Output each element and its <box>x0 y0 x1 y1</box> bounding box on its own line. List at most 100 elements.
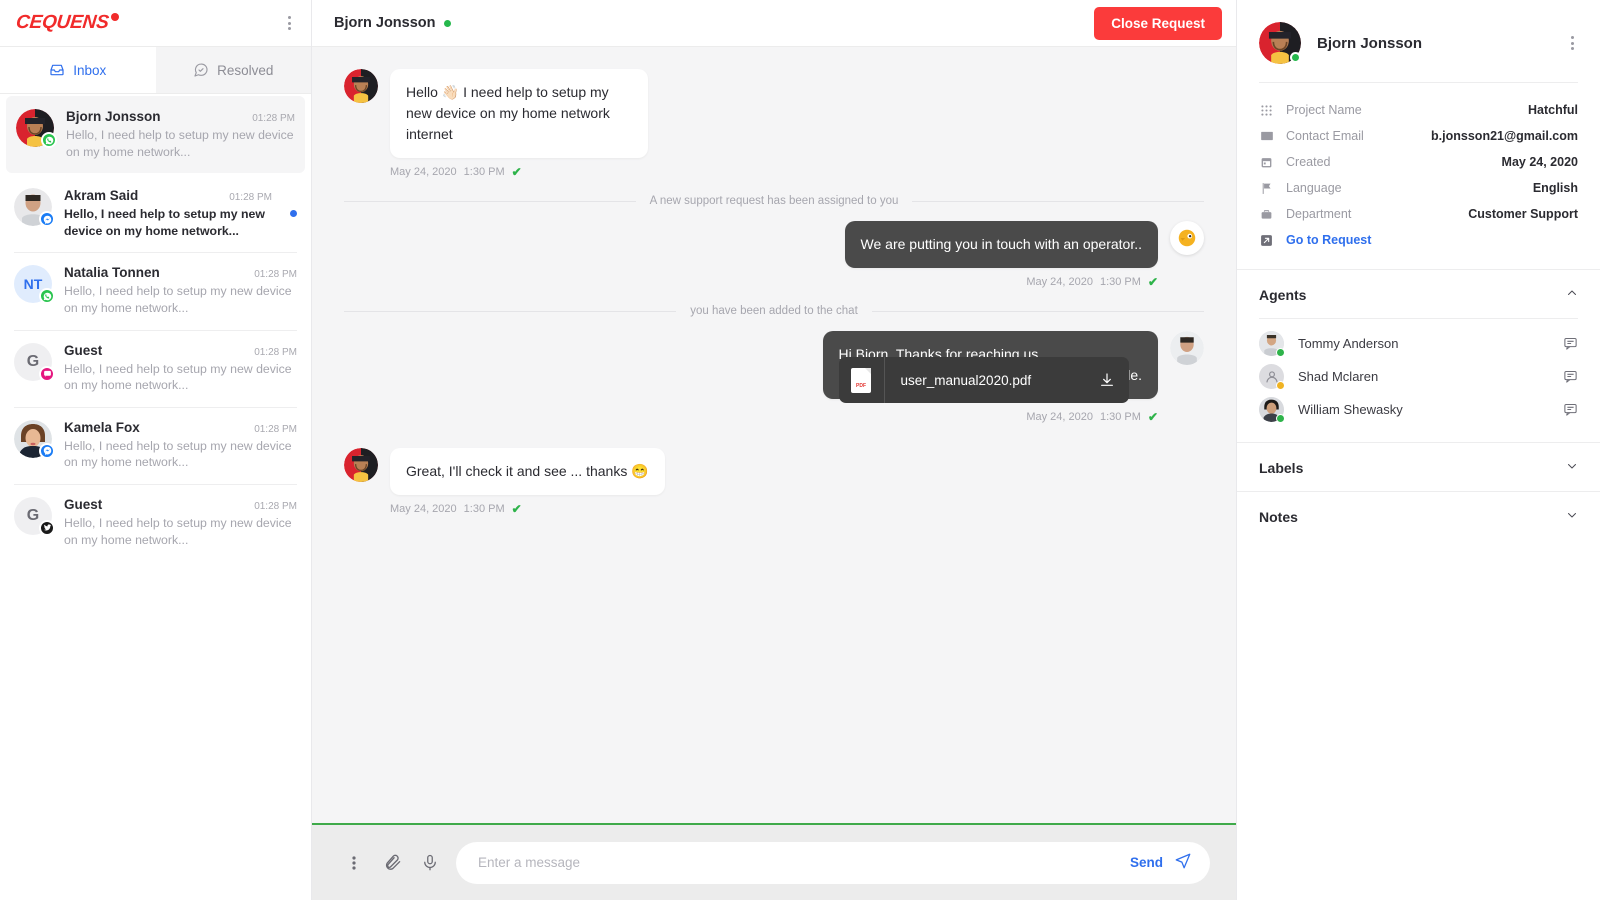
chat-panel: Bjorn Jonsson Close Request Hello 👋🏻 I n… <box>312 0 1236 900</box>
conversation-name: Natalia Tonnen <box>64 265 160 280</box>
conversation-item-kamela-fox[interactable]: Kamela Fox 01:28 PM Hello, I need help t… <box>0 407 311 484</box>
section-header-agents[interactable]: Agents <box>1237 270 1600 318</box>
kebab-menu-icon <box>288 16 291 19</box>
online-status-dot <box>444 20 451 27</box>
conversation-body: Bjorn Jonsson 01:28 PM Hello, I need hel… <box>66 109 295 160</box>
agent-name: Shad Mclaren <box>1298 369 1549 384</box>
close-request-button[interactable]: Close Request <box>1094 7 1222 40</box>
detail-value: Customer Support <box>1468 207 1578 221</box>
tab-resolved-label: Resolved <box>217 63 273 78</box>
detail-label: Language <box>1286 181 1521 195</box>
agent-row-william-shewasky[interactable]: William Shewasky <box>1259 393 1578 426</box>
conversation-preview: Hello, I need help to setup my new devic… <box>64 438 297 471</box>
section-title: Agents <box>1259 287 1306 303</box>
conversation-item-guest-2[interactable]: G Guest 01:28 PM Hello, I need help to s… <box>0 484 311 561</box>
channel-badge-livechat <box>39 366 55 382</box>
conversation-time: 01:28 PM <box>229 192 272 203</box>
section-header-notes[interactable]: Notes <box>1237 492 1600 540</box>
composer-more-button[interactable] <box>342 851 366 875</box>
section-header-labels[interactable]: Labels <box>1237 443 1600 491</box>
message-time: 1:30 PM <box>464 503 505 515</box>
message-row-outgoing: We are putting you in touch with an oper… <box>344 221 1204 289</box>
avatar: NT <box>14 265 52 303</box>
online-status-dot <box>1290 52 1301 63</box>
channel-badge-messenger <box>39 211 55 227</box>
page-title: Bjorn Jonsson <box>334 15 436 31</box>
envelope-icon <box>1259 129 1274 144</box>
conversation-item-bjorn-jonsson[interactable]: Bjorn Jonsson 01:28 PM Hello, I need hel… <box>6 96 305 173</box>
app-logo: CEQUENS <box>16 12 119 34</box>
detail-value: b.jonsson21@gmail.com <box>1431 129 1578 143</box>
attachment-card[interactable]: user_manual2020.pdf <box>839 357 1129 403</box>
message-time: 1:30 PM <box>464 166 505 178</box>
pdf-file-icon <box>839 357 885 403</box>
conversation-top: Guest 01:28 PM <box>64 497 297 512</box>
detail-row-department: Department Customer Support <box>1259 201 1578 227</box>
message-meta: May 24, 2020 1:30 PM ✔ <box>390 165 648 179</box>
message-meta: May 24, 2020 1:30 PM ✔ <box>390 502 665 516</box>
microphone-icon[interactable] <box>418 851 442 875</box>
conversation-name: Guest <box>64 497 102 512</box>
message-time: 1:30 PM <box>1100 411 1141 423</box>
message-list[interactable]: Hello 👋🏻 I need help to setup my new dev… <box>312 47 1236 823</box>
paperclip-icon[interactable] <box>380 851 404 875</box>
calendar-icon <box>1259 155 1274 170</box>
conversation-body: Guest 01:28 PM Hello, I need help to set… <box>64 343 297 394</box>
inbox-icon <box>49 62 65 78</box>
agent-name: William Shewasky <box>1298 402 1549 417</box>
agent-status-dot <box>1276 348 1285 357</box>
conversation-list[interactable]: Bjorn Jonsson 01:28 PM Hello, I need hel… <box>0 94 311 900</box>
message-date: May 24, 2020 <box>1026 276 1093 288</box>
message-input[interactable] <box>456 842 1210 884</box>
message-date: May 24, 2020 <box>390 503 457 515</box>
chat-icon[interactable] <box>1563 369 1578 384</box>
detail-value: May 24, 2020 <box>1502 155 1578 169</box>
detail-label: Contact Email <box>1286 129 1419 143</box>
channel-badge-whatsapp <box>39 288 55 304</box>
go-to-request-row[interactable]: Go to Request <box>1259 227 1578 253</box>
message-time: 1:30 PM <box>1100 276 1141 288</box>
conversation-top: Natalia Tonnen 01:28 PM <box>64 265 297 280</box>
sidebar-menu-button[interactable] <box>284 12 295 34</box>
message-avatar <box>344 69 378 103</box>
conversation-time: 01:28 PM <box>254 347 297 358</box>
detail-value: English <box>1533 181 1578 195</box>
avatar <box>1259 397 1284 422</box>
avatar <box>1259 331 1284 356</box>
tab-resolved[interactable]: Resolved <box>156 47 312 94</box>
chat-title: Bjorn Jonsson <box>334 15 451 31</box>
tab-inbox[interactable]: Inbox <box>0 47 156 94</box>
download-icon[interactable] <box>1085 372 1129 388</box>
conversation-top: Guest 01:28 PM <box>64 343 297 358</box>
agent-row-tommy-anderson[interactable]: Tommy Anderson <box>1259 327 1578 360</box>
message-bubble-column: Hello 👋🏻 I need help to setup my new dev… <box>390 69 648 179</box>
conversation-name: Akram Said <box>64 188 138 203</box>
conversation-item-akram-said[interactable]: Akram Said 01:28 PM Hello, I need help t… <box>0 175 311 252</box>
send-button[interactable]: Send <box>1130 852 1192 873</box>
conversation-preview: Hello, I need help to setup my new devic… <box>64 361 297 394</box>
avatar <box>1259 364 1284 389</box>
chat-icon[interactable] <box>1563 402 1578 417</box>
conversation-item-natalia-tonnen[interactable]: NT Natalia Tonnen 01:28 PM Hello, I need… <box>0 252 311 329</box>
agent-row-shad-mclaren[interactable]: Shad Mclaren <box>1259 360 1578 393</box>
message-text: Hello 👋🏻 I need help to setup my new dev… <box>390 69 648 158</box>
detail-row-project-name: Project Name Hatchful <box>1259 97 1578 123</box>
conversation-item-guest-1[interactable]: G Guest 01:28 PM Hello, I need help to s… <box>0 330 311 407</box>
conversation-top: Akram Said 01:28 PM <box>64 188 272 203</box>
tab-inbox-label: Inbox <box>73 63 106 78</box>
contact-menu-button[interactable] <box>1567 32 1578 54</box>
avatar: G <box>14 497 52 535</box>
agents-list: Tommy Anderson Shad Mclaren <box>1237 327 1600 442</box>
contact-details-list: Project Name Hatchful Contact Email b.jo… <box>1237 83 1600 269</box>
chat-icon[interactable] <box>1563 336 1578 351</box>
message-date: May 24, 2020 <box>390 166 457 178</box>
message-date: May 24, 2020 <box>1026 411 1093 423</box>
chevron-up-icon <box>1566 286 1578 304</box>
section-title: Notes <box>1259 509 1298 525</box>
flag-icon <box>1259 181 1274 196</box>
logo-text: CEQUENS <box>15 12 110 34</box>
conversation-body: Kamela Fox 01:28 PM Hello, I need help t… <box>64 420 297 471</box>
go-to-request-link[interactable]: Go to Request <box>1286 233 1371 247</box>
conversation-body: Guest 01:28 PM Hello, I need help to set… <box>64 497 297 548</box>
check-bubble-icon <box>193 62 209 78</box>
